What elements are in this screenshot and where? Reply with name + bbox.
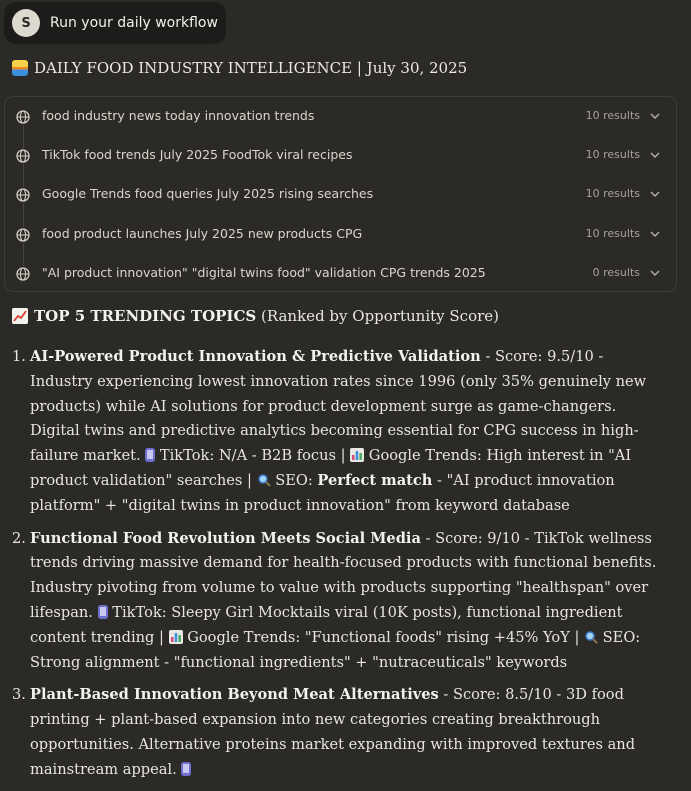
search-query: food industry news today innovation tren… xyxy=(42,108,315,123)
trending-chart-icon xyxy=(12,308,28,324)
bar-chart-icon xyxy=(168,629,183,644)
result-count: 10 results xyxy=(585,187,640,200)
globe-icon xyxy=(15,266,31,282)
item-body: Functional Food Revolution Meets Social … xyxy=(30,527,662,676)
result-count: 10 results xyxy=(585,227,640,240)
search-row[interactable]: TikTok food trends July 2025 FoodTok vir… xyxy=(5,136,676,175)
topics-heading: TOP 5 TRENDING TOPICS (Ranked by Opportu… xyxy=(12,307,499,325)
report-heading-text: DAILY FOOD INDUSTRY INTELLIGENCE | July … xyxy=(34,59,468,77)
chevron-down-icon[interactable] xyxy=(648,227,662,241)
globe-icon xyxy=(15,109,31,125)
user-message: S Run your daily workflow xyxy=(4,2,226,44)
web-search-panel: food industry news today innovation tren… xyxy=(4,96,677,292)
item-title: Plant-Based Innovation Beyond Meat Alter… xyxy=(30,686,439,704)
result-count: 10 results xyxy=(585,148,640,161)
list-item: 3. Plant-Based Innovation Beyond Meat Al… xyxy=(12,683,662,782)
item-title: AI-Powered Product Innovation & Predicti… xyxy=(30,348,481,365)
item-body: Plant-Based Innovation Beyond Meat Alter… xyxy=(30,683,662,782)
search-row[interactable]: food industry news today innovation tren… xyxy=(5,97,676,136)
item-text: TikTok: N/A - B2B focus | xyxy=(155,447,351,465)
bar-chart-icon xyxy=(350,448,365,463)
item-bold: Perfect match xyxy=(317,471,433,489)
globe-icon xyxy=(15,187,31,203)
search-query: Google Trends food queries July 2025 ris… xyxy=(42,186,374,201)
item-body: AI-Powered Product Innovation & Predicti… xyxy=(30,345,662,519)
sunrise-icon xyxy=(12,60,28,76)
item-number: 1. xyxy=(12,348,26,365)
search-query: food product launches July 2025 new prod… xyxy=(42,226,363,241)
item-number: 3. xyxy=(12,686,26,704)
item-title: Functional Food Revolution Meets Social … xyxy=(30,529,421,547)
search-row[interactable]: food product launches July 2025 new prod… xyxy=(5,215,676,254)
result-count: 10 results xyxy=(585,109,640,122)
globe-icon xyxy=(15,148,31,164)
mobile-phone-icon xyxy=(145,448,156,463)
search-query: "AI product innovation" "digital twins f… xyxy=(42,265,486,280)
report-heading: DAILY FOOD INDUSTRY INTELLIGENCE | July … xyxy=(12,59,467,77)
item-text: Google Trends: "Functional foods" rising… xyxy=(182,628,585,646)
user-message-text: Run your daily workflow xyxy=(50,15,218,31)
item-text: SEO: xyxy=(270,471,318,489)
mobile-phone-icon xyxy=(181,761,192,776)
avatar: S xyxy=(12,9,40,37)
chevron-down-icon[interactable] xyxy=(648,187,662,201)
chevron-down-icon[interactable] xyxy=(648,266,662,280)
mobile-phone-icon xyxy=(97,604,108,619)
chevron-down-icon[interactable] xyxy=(648,148,662,162)
globe-icon xyxy=(15,227,31,243)
chevron-down-icon[interactable] xyxy=(648,109,662,123)
search-row[interactable]: "AI product innovation" "digital twins f… xyxy=(5,254,676,293)
magnifying-glass-icon xyxy=(257,474,271,487)
search-query: TikTok food trends July 2025 FoodTok vir… xyxy=(42,147,353,162)
result-count: 0 results xyxy=(592,266,640,279)
magnifying-glass-icon xyxy=(585,631,598,644)
list-item: 2. Functional Food Revolution Meets Soci… xyxy=(12,527,662,676)
item-number: 2. xyxy=(12,529,26,547)
search-row[interactable]: Google Trends food queries July 2025 ris… xyxy=(5,175,676,214)
topics-heading-bold: TOP 5 TRENDING TOPICS xyxy=(34,307,257,325)
topics-heading-rest: (Ranked by Opportunity Score) xyxy=(256,307,500,325)
topic-list: 1. AI-Powered Product Innovation & Predi… xyxy=(12,345,662,791)
list-item: 1. AI-Powered Product Innovation & Predi… xyxy=(12,345,662,519)
